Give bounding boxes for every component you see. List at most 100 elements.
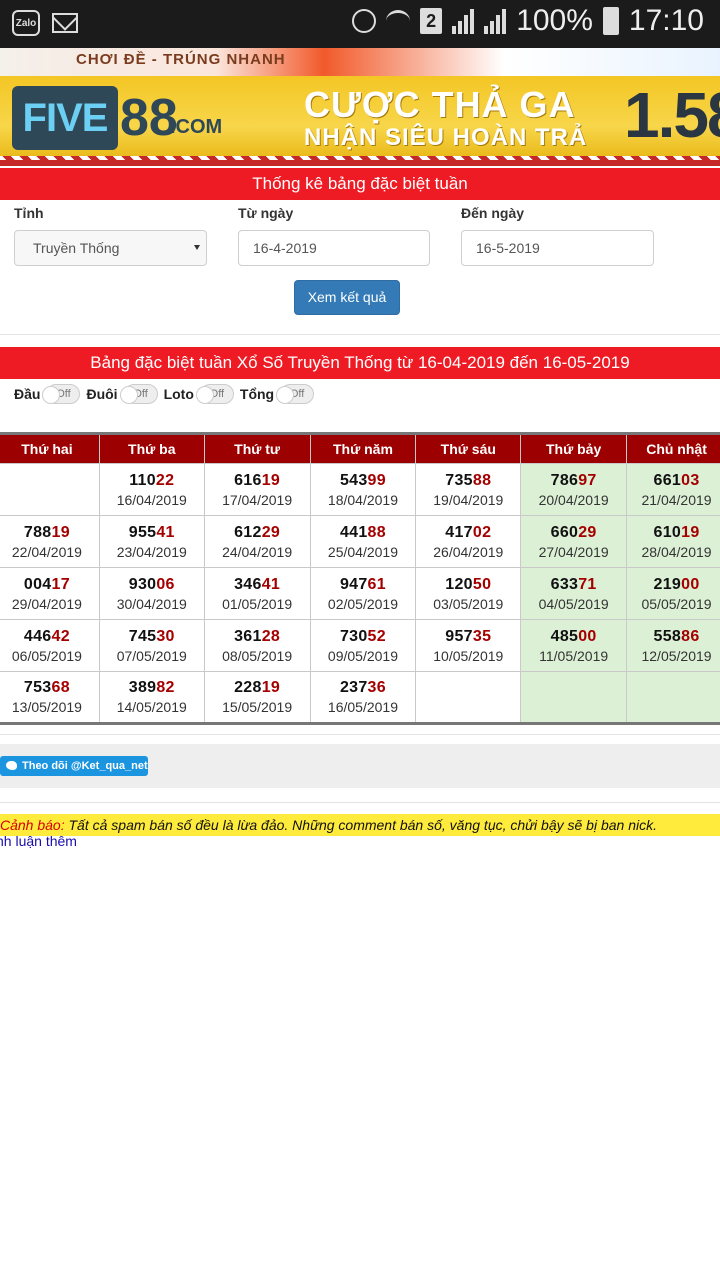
toggle-duoi[interactable]: Off bbox=[119, 384, 158, 404]
logo-com-text: .COM bbox=[170, 116, 223, 138]
result-head-digits: 389 bbox=[128, 679, 157, 696]
mail-icon bbox=[52, 13, 78, 33]
result-number: 66029 bbox=[521, 524, 626, 542]
result-date: 13/05/2019 bbox=[11, 699, 82, 715]
result-head-digits: 633 bbox=[550, 575, 579, 593]
result-number: 21900 bbox=[627, 576, 720, 594]
result-tail-digits: 22 bbox=[155, 471, 175, 489]
result-cell: 21900 05/05/2019 bbox=[626, 567, 720, 620]
result-number: 38982 bbox=[100, 679, 204, 697]
result-cell: 61019 28/04/2019 bbox=[626, 515, 720, 568]
ad-subline: NHẬN SIÊU HOÀN TRẢ bbox=[304, 124, 588, 151]
result-tail-digits: 19 bbox=[681, 523, 700, 541]
result-cell: 00417 29/04/2019 bbox=[0, 567, 100, 620]
result-number: 00417 bbox=[0, 576, 99, 594]
alarm-icon bbox=[352, 9, 377, 33]
col-header-thursday: Thứ năm bbox=[309, 433, 417, 464]
result-cell: 75368 13/05/2019 bbox=[0, 671, 100, 724]
result-head-digits: 612 bbox=[234, 523, 262, 541]
result-cell: 73052 09/05/2019 bbox=[309, 619, 417, 672]
result-cell: 12050 03/05/2019 bbox=[415, 567, 522, 620]
table-row: 78819 22/04/2019 95541 23/04/2019 61229 24/04… bbox=[0, 515, 720, 568]
result-date: 10/05/2019 bbox=[433, 647, 504, 664]
result-number: 11022 bbox=[100, 472, 204, 490]
result-tail-digits: 35 bbox=[472, 627, 492, 645]
result-date: 01/05/2019 bbox=[222, 595, 293, 612]
wifi-icon bbox=[386, 10, 411, 32]
spam-warning: Cảnh báo: Tất cả spam bán số đều là lừa … bbox=[0, 814, 720, 836]
toggle-label-dau: Đầu bbox=[14, 386, 41, 402]
result-tail-digits: 41 bbox=[261, 575, 281, 593]
result-number: 66103 bbox=[627, 472, 720, 490]
col-header-sunday: Chủ nhật bbox=[626, 433, 720, 464]
result-date: 24/04/2019 bbox=[222, 543, 293, 560]
result-tail-digits: 86 bbox=[681, 627, 700, 645]
result-head-digits: 558 bbox=[653, 627, 682, 645]
ad-banner-top[interactable]: CHƠI ĐỀ - TRÚNG NHANH bbox=[0, 48, 720, 76]
result-date: 07/05/2019 bbox=[116, 647, 187, 664]
clock: 17:10 bbox=[628, 4, 704, 37]
toggle-label-loto: Loto bbox=[163, 386, 194, 402]
result-number: 48500 bbox=[521, 628, 626, 646]
result-number: 23736 bbox=[311, 679, 416, 697]
result-cell: 94761 02/05/2019 bbox=[309, 567, 417, 620]
result-date: 03/05/2019 bbox=[433, 595, 504, 612]
view-results-button[interactable]: Xem kết quả bbox=[294, 280, 400, 315]
result-head-digits: 485 bbox=[550, 627, 579, 645]
result-date: 18/04/2019 bbox=[327, 491, 398, 508]
result-tail-digits: 71 bbox=[578, 575, 597, 593]
from-date-input[interactable]: 16-4-2019 bbox=[238, 230, 430, 266]
five88-logo: FIVE 88 .COM bbox=[8, 82, 222, 152]
result-number: 44642 bbox=[0, 628, 99, 646]
result-tail-digits: 00 bbox=[681, 575, 700, 593]
toggle-dau[interactable]: Off bbox=[42, 384, 81, 404]
result-tail-digits: 17 bbox=[51, 575, 70, 593]
twitter-follow-button[interactable]: Theo dõi @Ket_qua_net bbox=[0, 756, 148, 776]
result-number: 36128 bbox=[205, 628, 310, 646]
results-header: Bảng đặc biệt tuần Xổ Số Truyền Thống từ… bbox=[0, 347, 720, 379]
result-head-digits: 957 bbox=[445, 627, 473, 645]
result-date: 17/04/2019 bbox=[222, 491, 293, 508]
result-tail-digits: 97 bbox=[578, 471, 597, 489]
result-tail-digits: 99 bbox=[367, 471, 386, 489]
result-tail-digits: 88 bbox=[472, 471, 492, 489]
toggle-loto[interactable]: Off bbox=[195, 384, 234, 404]
result-tail-digits: 42 bbox=[51, 627, 70, 645]
result-date: 08/05/2019 bbox=[222, 647, 293, 664]
results-table: Thứ hai Thứ ba Thứ tư Thứ năm Thứ sáu Th… bbox=[0, 432, 720, 725]
result-cell: 36128 08/05/2019 bbox=[203, 619, 311, 672]
result-head-digits: 955 bbox=[128, 523, 157, 541]
province-label: Tỉnh bbox=[14, 205, 44, 221]
result-head-digits: 237 bbox=[339, 679, 368, 696]
result-cell: 61619 17/04/2019 bbox=[203, 463, 311, 516]
result-tail-digits: 00 bbox=[578, 627, 597, 645]
to-date-input[interactable]: 16-5-2019 bbox=[461, 230, 654, 266]
result-date: 06/05/2019 bbox=[11, 647, 82, 664]
result-date: 26/04/2019 bbox=[433, 543, 504, 560]
ad-stripe bbox=[0, 156, 720, 160]
result-number: 63371 bbox=[521, 576, 626, 594]
result-tail-digits: 61 bbox=[367, 575, 386, 593]
result-head-digits: 441 bbox=[339, 523, 368, 541]
sim-badge: 2 bbox=[420, 8, 443, 34]
result-date: 30/04/2019 bbox=[116, 595, 187, 612]
province-select[interactable]: Truyền Thống bbox=[14, 230, 207, 266]
result-tail-digits: 52 bbox=[367, 627, 386, 645]
result-tail-digits: 19 bbox=[261, 679, 281, 696]
logo-five-text: FIVE bbox=[12, 86, 118, 150]
toggle-label-duoi: Đuôi bbox=[86, 386, 118, 402]
result-head-digits: 947 bbox=[339, 575, 368, 593]
result-head-digits: 735 bbox=[445, 471, 473, 489]
table-row: 75368 13/05/2019 38982 14/05/2019 22819 15/05… bbox=[0, 671, 720, 724]
more-comments-link[interactable]: nh luận thêm bbox=[0, 833, 77, 849]
table-header-row: Thứ hai Thứ ba Thứ tư Thứ năm Thứ sáu Th… bbox=[0, 433, 720, 464]
toggle-tong[interactable]: Off bbox=[276, 384, 315, 404]
result-cell: 22819 15/05/2019 bbox=[203, 671, 311, 724]
result-date: 05/05/2019 bbox=[641, 595, 712, 612]
ad-banner-five88[interactable]: FIVE 88 .COM CƯỢC THẢ GA NHẬN SIÊU HOÀN … bbox=[0, 76, 720, 166]
result-number: 61619 bbox=[205, 472, 310, 490]
battery-percent: 100% bbox=[516, 4, 593, 37]
result-head-digits: 543 bbox=[339, 471, 368, 489]
result-date: 28/04/2019 bbox=[641, 543, 712, 560]
result-tail-digits: 41 bbox=[156, 523, 175, 541]
